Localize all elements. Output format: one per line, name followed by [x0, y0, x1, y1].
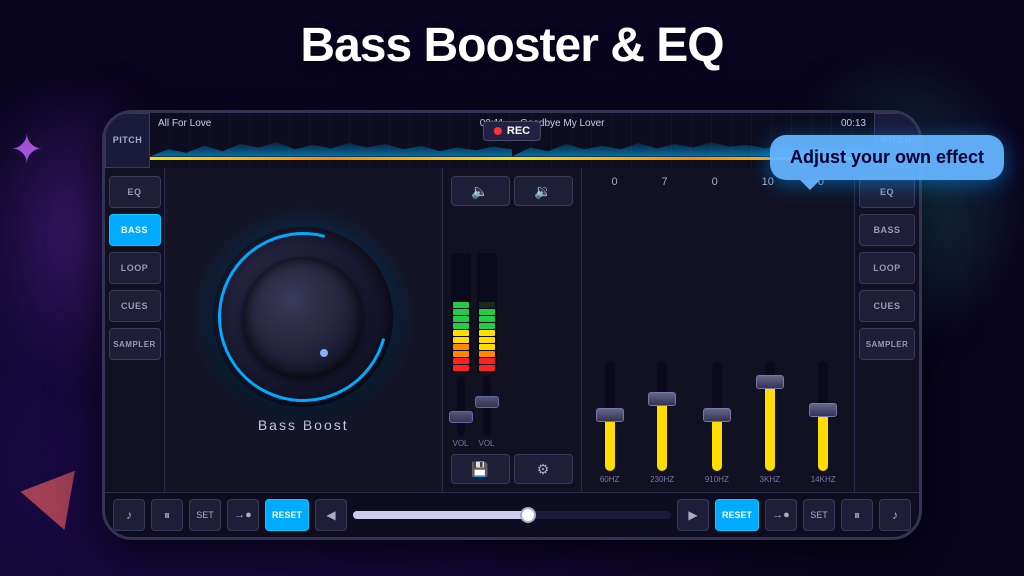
- eq-fill-0: [605, 416, 615, 471]
- left-waveform-visual: [150, 135, 512, 160]
- rec-indicator: [494, 127, 502, 135]
- set-right-button[interactable]: SET: [803, 499, 835, 531]
- right-sampler-button[interactable]: SAMPLER: [859, 328, 915, 360]
- mixer-faders: VOL: [451, 214, 573, 448]
- eq-freq-3: 3KHZ: [760, 475, 780, 484]
- eq-slider-track-0: [605, 361, 615, 471]
- right-track-time: 00:13: [841, 118, 866, 129]
- set-left-button[interactable]: SET: [189, 499, 221, 531]
- eq-value-3: 10: [762, 176, 774, 188]
- knob-label: Bass Boost: [258, 417, 349, 433]
- progress-bar[interactable]: [353, 511, 671, 519]
- progress-thumb: [520, 507, 536, 523]
- vol-fader-right-track: [483, 376, 491, 436]
- vu-meter-left-col: VOL: [451, 253, 471, 448]
- eq-area: 0 7 0 10 0 60HZ: [582, 168, 855, 492]
- arrow-right-dot-left-button[interactable]: →●: [227, 499, 259, 531]
- rec-button[interactable]: REC: [483, 121, 541, 141]
- eq-slider-handle-2[interactable]: [703, 408, 731, 422]
- mixer-top-buttons: 🔈 🔉: [451, 176, 573, 206]
- music-note-right-button[interactable]: ♪: [879, 499, 911, 531]
- eq-slider-col-1: 230HZ: [650, 361, 674, 484]
- eq-slider-handle-1[interactable]: [648, 392, 676, 406]
- left-sidebar: EQ BASS LOOP CUES SAMPLER: [105, 168, 165, 492]
- mixer-bottom-buttons: 💾 ⚙: [451, 454, 573, 484]
- eq-slider-col-3: 3KHZ: [760, 361, 780, 484]
- bass-knob[interactable]: [213, 227, 393, 407]
- eq-slider-col-4: 14KHZ: [811, 361, 836, 484]
- left-sampler-button[interactable]: SAMPLER: [109, 328, 161, 360]
- eq-slider-track-4: [818, 361, 828, 471]
- main-content: EQ BASS LOOP CUES SAMPLER Bass Boost 🔈: [105, 168, 919, 492]
- vol-fader-left-track: [457, 376, 465, 436]
- volume-down-button[interactable]: 🔈: [451, 176, 510, 206]
- vu-meter-right-col: VOL: [477, 253, 497, 448]
- progress-fill: [353, 511, 528, 519]
- vol-left-label: VOL: [452, 439, 468, 448]
- arrow-dot-right-button[interactable]: →●: [765, 499, 797, 531]
- reset-left-button[interactable]: RESET: [265, 499, 309, 531]
- eq-slider-handle-0[interactable]: [596, 408, 624, 422]
- mixer-settings-button[interactable]: ⚙: [514, 454, 573, 484]
- right-eq-button[interactable]: EQ: [859, 176, 915, 208]
- arrow-next-button[interactable]: ▶: [677, 499, 709, 531]
- corner-decoration-tl: ✦: [10, 130, 44, 170]
- eq-slider-track-2: [712, 361, 722, 471]
- eq-slider-col-0: 60HZ: [600, 361, 620, 484]
- arrow-prev-button[interactable]: ◀: [315, 499, 347, 531]
- eq-slider-handle-3[interactable]: [756, 375, 784, 389]
- mixer-save-button[interactable]: 💾: [451, 454, 510, 484]
- vu-meter-right: [477, 253, 497, 373]
- eq-fill-3: [765, 383, 775, 471]
- rec-label: REC: [507, 125, 530, 137]
- transport-bar: ♪ ⏸ SET →● RESET ◀ ▶ RESET →● SET ⏸ ♪: [105, 492, 919, 537]
- music-note-left-button[interactable]: ♪: [113, 499, 145, 531]
- waveform-left: All For Love 00:11: [150, 113, 512, 168]
- eq-slider-handle-4[interactable]: [809, 403, 837, 417]
- vu-meter-left: [451, 253, 471, 373]
- volume-up-button[interactable]: 🔉: [514, 176, 573, 206]
- mixer-area: 🔈 🔉: [442, 168, 582, 492]
- eq-slider-track-1: [657, 361, 667, 471]
- eq-freq-1: 230HZ: [650, 475, 674, 484]
- eq-value-2: 0: [712, 176, 718, 188]
- corner-decoration-bl: [15, 462, 75, 530]
- eq-freq-4: 14KHZ: [811, 475, 836, 484]
- pause-left-button[interactable]: ⏸: [151, 499, 183, 531]
- right-bass-button[interactable]: BASS: [859, 214, 915, 246]
- page-title: Bass Booster & EQ: [0, 18, 1024, 73]
- tooltip-bubble: Adjust your own effect: [770, 135, 1004, 180]
- vol-fader-right-handle[interactable]: [475, 396, 499, 408]
- pause-right-button[interactable]: ⏸: [841, 499, 873, 531]
- knob-marker: [320, 349, 328, 357]
- eq-freq-2: 910HZ: [705, 475, 729, 484]
- left-loop-button[interactable]: LOOP: [109, 252, 161, 284]
- vol-fader-left-handle[interactable]: [449, 411, 473, 423]
- pitch-left-button[interactable]: PITCH: [105, 113, 150, 168]
- eq-freq-0: 60HZ: [600, 475, 620, 484]
- eq-fill-1: [657, 400, 667, 472]
- left-track-label: All For Love: [158, 118, 211, 129]
- knob-outer: [213, 227, 393, 407]
- eq-slider-col-2: 910HZ: [705, 361, 729, 484]
- right-sidebar: EQ BASS LOOP CUES SAMPLER: [854, 168, 919, 492]
- eq-sliders: 60HZ 230HZ 910HZ: [590, 196, 847, 484]
- left-eq-button[interactable]: EQ: [109, 176, 161, 208]
- eq-value-0: 0: [611, 176, 617, 188]
- tooltip-text: Adjust your own effect: [790, 147, 984, 167]
- knob-inner: [243, 257, 363, 377]
- eq-slider-track-3: [765, 361, 775, 471]
- reset-right-button[interactable]: RESET: [715, 499, 759, 531]
- eq-value-1: 7: [662, 176, 668, 188]
- eq-fill-2: [712, 422, 722, 472]
- eq-fill-4: [818, 411, 828, 472]
- right-loop-button[interactable]: LOOP: [859, 252, 915, 284]
- vol-right-label: VOL: [478, 439, 494, 448]
- right-cues-button[interactable]: CUES: [859, 290, 915, 322]
- knob-area: Bass Boost: [165, 168, 442, 492]
- left-bass-button[interactable]: BASS: [109, 214, 161, 246]
- left-cues-button[interactable]: CUES: [109, 290, 161, 322]
